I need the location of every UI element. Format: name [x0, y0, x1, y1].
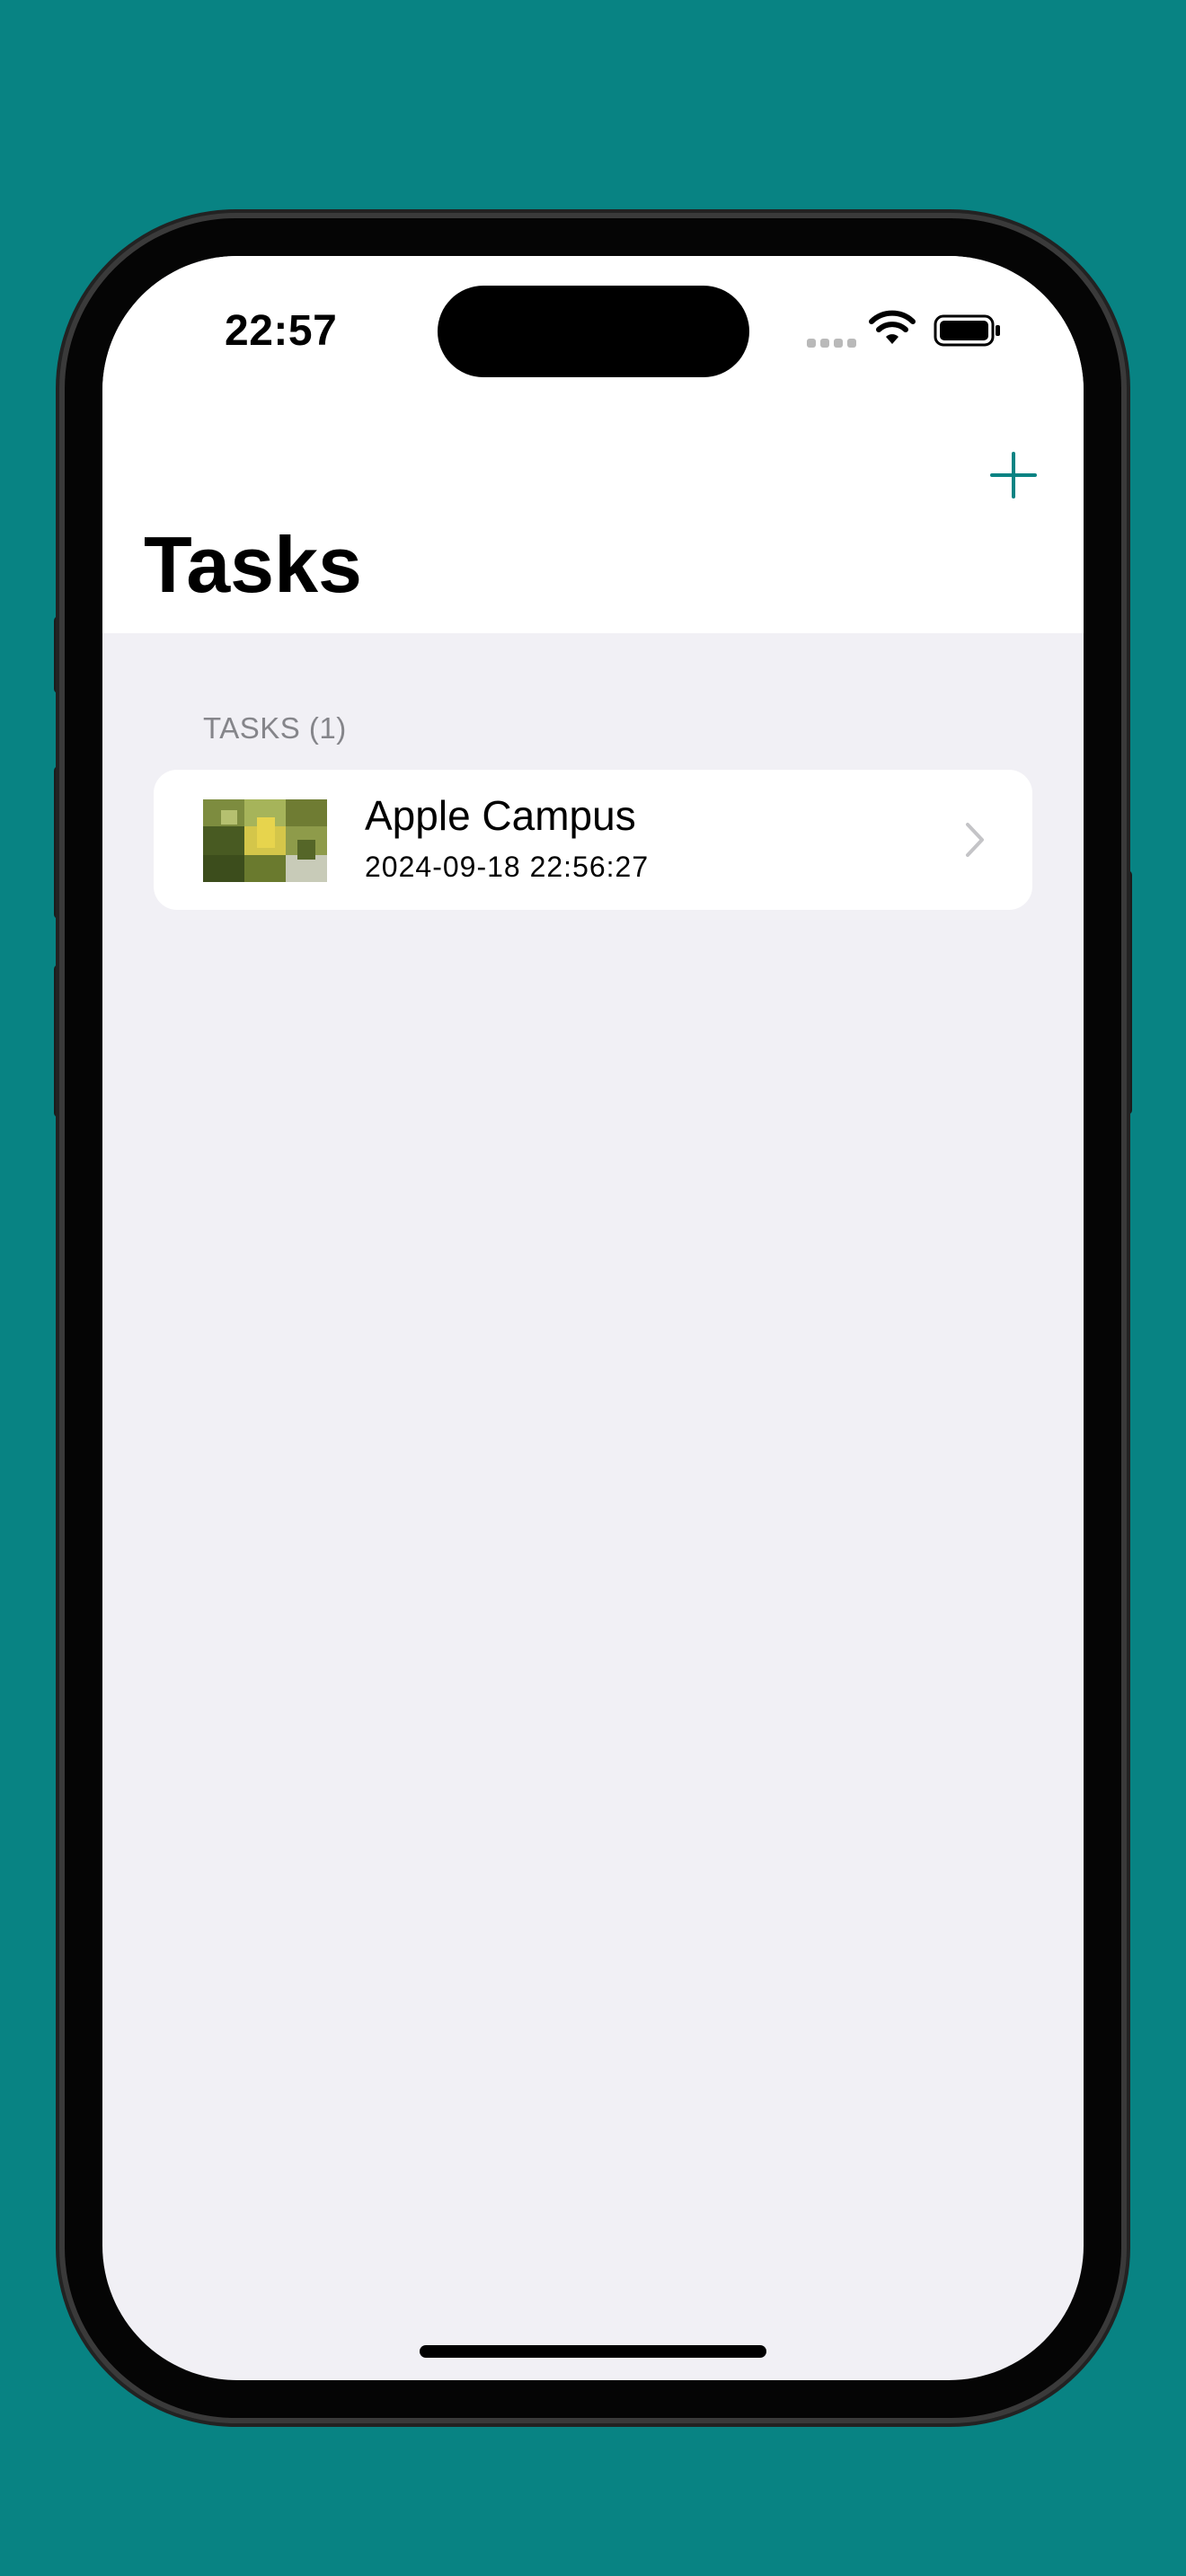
dynamic-island [438, 286, 749, 377]
task-date: 2024-09-18 22:56:27 [365, 851, 650, 883]
home-indicator[interactable] [420, 2345, 766, 2358]
power-button [1123, 870, 1132, 1115]
add-task-button[interactable] [987, 448, 1040, 502]
page-title: Tasks [144, 520, 362, 609]
app-screen: 22:57 Tasks TASKS (1) Apple Campus 2024-… [102, 256, 1084, 2380]
photo-thumbnail [203, 799, 327, 882]
status-time: 22:57 [225, 307, 338, 355]
wifi-icon [869, 310, 916, 344]
status-bar: 22:57 [102, 256, 1084, 400]
section-header: TASKS (1) [203, 711, 347, 745]
volume-up-button [54, 766, 63, 919]
battery-icon [934, 314, 1000, 347]
plus-icon [990, 452, 1037, 498]
signal-dots-icon [807, 339, 856, 348]
navigation-bar: Tasks [102, 400, 1084, 633]
task-row[interactable]: Apple Campus 2024-09-18 22:56:27 [154, 770, 1032, 910]
task-title: Apple Campus [365, 792, 636, 839]
phone-frame: 22:57 Tasks TASKS (1) Apple Campus 2024-… [65, 218, 1121, 2418]
chevron-right-icon [966, 823, 984, 857]
volume-down-button [54, 965, 63, 1117]
action-button [54, 616, 63, 693]
